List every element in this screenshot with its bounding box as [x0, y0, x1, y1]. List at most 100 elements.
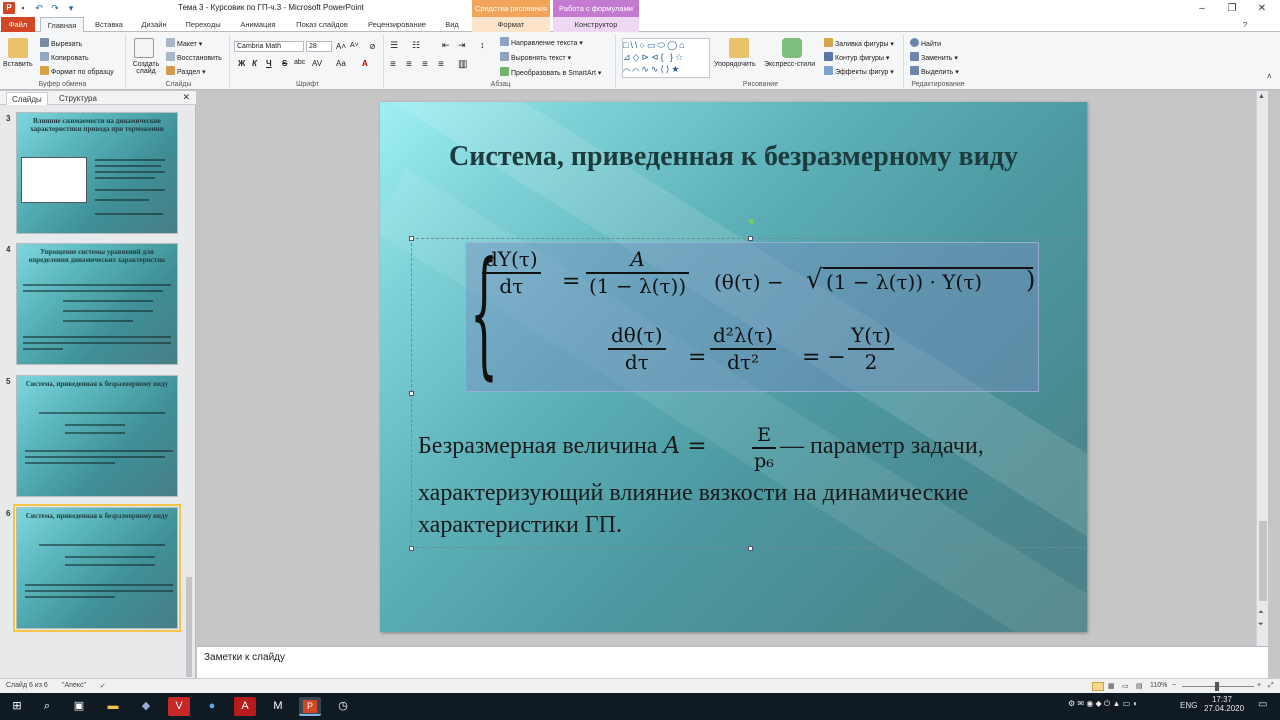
tab-design[interactable]: Дизайн	[134, 17, 174, 32]
numbering-icon[interactable]: ☷	[412, 40, 420, 51]
slide-scroll-thumb[interactable]	[1259, 521, 1267, 601]
tab-insert[interactable]: Вставка	[88, 17, 130, 32]
zoom-slider-thumb[interactable]	[1215, 682, 1219, 691]
pdf-reader-icon[interactable]: A	[234, 697, 256, 716]
clock-app-icon[interactable]: ◷	[332, 697, 354, 716]
zoom-level[interactable]: 110%	[1150, 682, 1167, 689]
clear-format-icon[interactable]: ⊘	[369, 42, 376, 51]
pane-scroll-thumb[interactable]	[186, 577, 192, 677]
next-slide-icon[interactable]: ⏷	[1258, 621, 1264, 629]
quick-styles-icon[interactable]	[782, 38, 802, 58]
tab-transitions[interactable]: Переходы	[178, 17, 228, 32]
search-icon[interactable]: ⌕	[36, 697, 58, 716]
equation-box[interactable]: { dY(τ) dτ = A (1 − λ(τ)) (θ(τ) − √ (1 −…	[465, 242, 1039, 392]
powerpoint-taskbar-icon[interactable]: P	[299, 697, 321, 716]
save-icon[interactable]: ▪	[18, 2, 28, 14]
select-button[interactable]: Выделить ▾	[910, 66, 959, 76]
slide-thumbnail-5[interactable]: Система, приведенная к безразмерному вид…	[16, 375, 178, 497]
customize-icon[interactable]: ▾	[66, 2, 76, 14]
quick-styles-button[interactable]: Экспресс-стили	[764, 61, 815, 68]
body-text-line-1-end[interactable]: — параметр задачи,	[780, 433, 984, 460]
section-button[interactable]: Раздел ▾	[166, 66, 206, 76]
rotation-handle[interactable]	[749, 219, 754, 224]
change-case-icon[interactable]: Aa	[336, 59, 346, 68]
powerpoint-icon[interactable]: P	[3, 2, 15, 14]
language-indicator[interactable]: ENG	[1180, 701, 1197, 710]
prev-slide-icon[interactable]: ⏶	[1258, 609, 1264, 617]
indent-increase-icon[interactable]: ⇥	[458, 40, 466, 51]
resize-handle[interactable]	[409, 236, 414, 241]
arrange-icon[interactable]	[729, 38, 749, 58]
tab-view[interactable]: Вид	[440, 17, 464, 32]
tab-home[interactable]: Главная	[40, 17, 84, 33]
clock[interactable]: 17:37 27.04.2020	[1204, 695, 1244, 713]
tab-format[interactable]: Формат	[472, 17, 550, 32]
notes-placeholder[interactable]: Заметки к слайду	[204, 652, 285, 663]
tab-constructor[interactable]: Конструктор	[553, 17, 639, 32]
task-view-icon[interactable]: ▣	[68, 697, 90, 716]
font-color-icon[interactable]: A	[362, 59, 368, 68]
notes-pane[interactable]: Заметки к слайду	[197, 646, 1268, 678]
tab-slides-pane[interactable]: Слайды	[6, 92, 48, 105]
copy-button[interactable]: Копировать	[40, 52, 89, 62]
layout-button[interactable]: Макет ▾	[166, 38, 202, 48]
align-left-icon[interactable]: ≡	[390, 59, 396, 70]
bullets-icon[interactable]: ☰	[390, 40, 398, 51]
tab-slideshow[interactable]: Показ слайдов	[290, 17, 354, 32]
resize-handle[interactable]	[409, 546, 414, 551]
tab-animation[interactable]: Анимация	[232, 17, 284, 32]
line-spacing-icon[interactable]: ↕	[480, 40, 485, 50]
tray-icons[interactable]: ⚙ ✉ ◉ ◆ ⏻ ▲ ▭ ◖	[1068, 699, 1137, 709]
scroll-up-icon[interactable]: ▲	[1258, 93, 1265, 100]
paste-icon[interactable]	[8, 38, 28, 58]
shape-effects-button[interactable]: Эффекты фигур ▾	[824, 66, 894, 76]
tab-file[interactable]: Файл	[1, 17, 35, 32]
text-direction-button[interactable]: Направление текста ▾	[500, 37, 583, 47]
tab-outline-pane[interactable]: Структура	[54, 92, 102, 105]
normal-view-icon[interactable]	[1092, 682, 1104, 691]
indent-decrease-icon[interactable]: ⇤	[442, 40, 450, 51]
resize-handle[interactable]	[748, 546, 753, 551]
align-center-icon[interactable]: ≡	[406, 59, 412, 70]
file-explorer-icon[interactable]: ▬	[102, 697, 124, 716]
body-text-line-3[interactable]: характеристики ГП.	[418, 512, 622, 539]
arrange-button[interactable]: Упорядочить	[714, 61, 756, 68]
zoom-in-icon[interactable]: +	[1257, 682, 1261, 689]
shadow-button[interactable]: abc	[294, 59, 305, 66]
undo-icon[interactable]: ↶	[34, 2, 44, 14]
resize-handle[interactable]	[748, 236, 753, 241]
redo-icon[interactable]: ↷	[50, 2, 60, 14]
restore-button[interactable]: ❐	[1218, 1, 1246, 16]
new-slide-icon[interactable]	[134, 38, 154, 58]
slide[interactable]: Система, приведенная к безразмерному вид…	[380, 102, 1087, 632]
reset-button[interactable]: Восстановить	[166, 52, 222, 62]
smartart-button[interactable]: Преобразовать в SmartArt ▾	[500, 67, 601, 77]
font-size-select[interactable]: 28	[306, 41, 332, 52]
find-button[interactable]: Найти	[910, 38, 941, 48]
font-grow-icon[interactable]: A˄	[336, 42, 346, 51]
format-painter-button[interactable]: Формат по образцу	[40, 66, 114, 76]
slide-thumbnail-4[interactable]: Упрощение системы уравнений для определе…	[16, 243, 178, 365]
slide-title[interactable]: Система, приведенная к безразмерному вид…	[420, 138, 1047, 176]
app-icon[interactable]: ◆	[135, 697, 157, 716]
slide-thumbnail-3[interactable]: Влияние сжимаемости на динамические хара…	[16, 112, 178, 234]
body-text-line-1[interactable]: Безразмерная величина A =	[418, 433, 707, 460]
fit-slide-icon[interactable]: ⤢	[1268, 682, 1274, 690]
slideshow-view-icon[interactable]: ▤	[1136, 682, 1143, 690]
new-slide-button[interactable]: Создать слайд	[131, 61, 161, 75]
font-shrink-icon[interactable]: A˅	[350, 42, 359, 49]
resize-handle[interactable]	[409, 391, 414, 396]
notifications-icon[interactable]: ▭	[1258, 699, 1267, 710]
close-pane-icon[interactable]: ✕	[182, 92, 190, 103]
spacing-icon[interactable]: AV	[312, 59, 322, 68]
sorter-view-icon[interactable]: ▦	[1108, 682, 1115, 690]
shapes-gallery[interactable]: □\\○▭⬭◯⌂ ⊿◇⊳⊲{ }☆ ⌒⌒∿∿⟨⟩★	[622, 38, 710, 78]
pane-scrollbar[interactable]	[185, 107, 193, 677]
slide-thumbnail-6[interactable]: Система, приведенная к безразмерному вид…	[13, 504, 181, 632]
align-right-icon[interactable]: ≡	[422, 59, 428, 70]
paste-button[interactable]: Вставить	[3, 61, 33, 68]
justify-icon[interactable]: ≡	[438, 59, 444, 70]
spellcheck-icon[interactable]: ✓	[100, 682, 106, 690]
underline-button[interactable]: Ч	[266, 59, 272, 68]
collapse-ribbon-icon[interactable]: ˄	[1267, 72, 1272, 81]
